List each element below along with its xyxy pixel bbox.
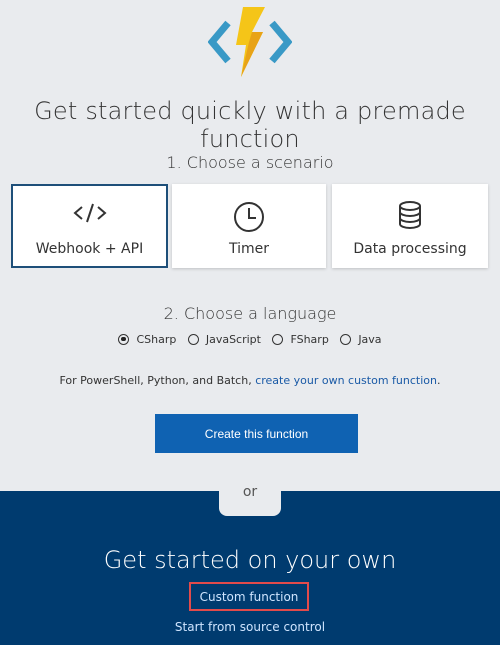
page-title: Get started quickly with a premade funct… <box>34 97 466 153</box>
radio-label: CSharp <box>136 333 177 346</box>
create-function-button[interactable]: Create this function <box>155 414 358 453</box>
database-icon <box>399 201 421 229</box>
radio-label: FSharp <box>290 333 329 346</box>
note-text: For PowerShell, Python, and Batch, <box>59 374 256 387</box>
language-radio-csharp[interactable]: CSharp <box>118 333 176 346</box>
custom-function-button[interactable]: Custom function <box>189 582 309 611</box>
language-radio-group: CSharp JavaScript FSharp Java <box>0 333 500 348</box>
custom-function-link[interactable]: create your own custom function <box>255 374 437 387</box>
other-languages-note: For PowerShell, Python, and Batch, creat… <box>0 374 500 387</box>
language-radio-javascript[interactable]: JavaScript <box>187 333 261 346</box>
clock-icon <box>234 202 264 232</box>
source-control-link[interactable]: Start from source control <box>0 620 500 634</box>
radio-icon <box>187 334 199 345</box>
step-scenario-heading: 1. Choose a scenario <box>166 153 334 172</box>
code-icon <box>72 203 107 223</box>
scenario-card-data-processing[interactable]: Data processing <box>332 184 488 268</box>
language-radio-fsharp[interactable]: FSharp <box>272 333 329 346</box>
step-language-heading: 2. Choose a language <box>163 304 337 323</box>
scenario-card-label: Timer <box>228 241 270 257</box>
scenario-card-label: Webhook + API <box>35 241 144 257</box>
note-suffix: . <box>436 374 441 387</box>
scenario-card-webhook-api[interactable]: Webhook + API <box>11 184 168 268</box>
radio-icon <box>272 334 284 345</box>
or-divider: or <box>219 479 281 516</box>
radio-label: Java <box>358 333 382 346</box>
radio-selected-icon <box>118 334 130 345</box>
language-radio-java[interactable]: Java <box>340 333 382 346</box>
azure-functions-logo-icon <box>208 7 292 77</box>
scenario-card-timer[interactable]: Timer <box>172 184 326 268</box>
custom-section-title: Get started on your own <box>103 546 397 574</box>
radio-icon <box>340 334 352 345</box>
radio-label: JavaScript <box>205 333 261 346</box>
scenario-card-label: Data processing <box>353 241 467 257</box>
